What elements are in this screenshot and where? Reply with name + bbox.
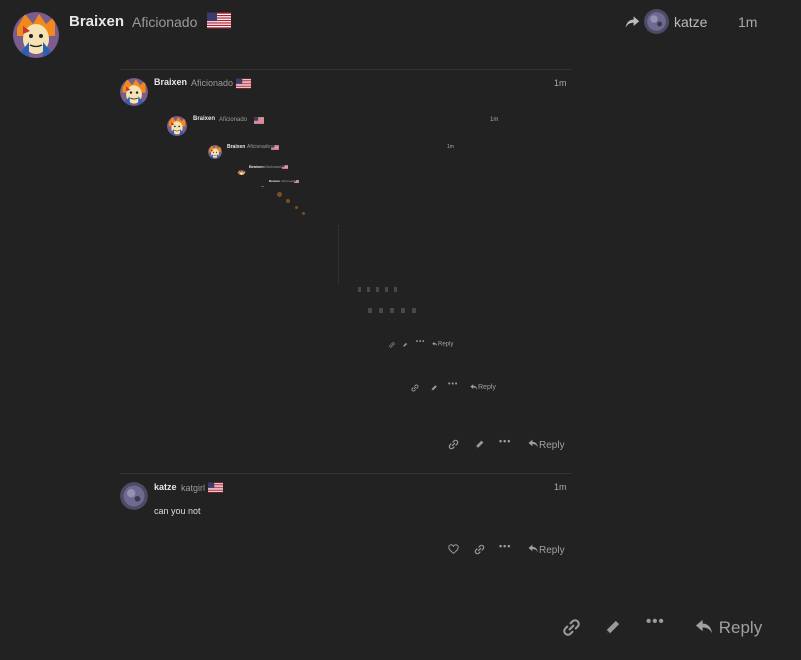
more-icon[interactable]: ••• [416,339,425,345]
more-icon[interactable]: ••• [646,613,665,630]
avatar [237,166,246,175]
link-icon[interactable] [411,384,419,392]
post-time[interactable]: 1m [738,14,757,30]
quote-author: Braixen [227,144,246,150]
quote-author[interactable]: Braixen [154,77,187,87]
avatar [259,180,266,187]
braixen-avatar-icon [208,145,222,159]
quote-divider [120,69,572,70]
us-flag-icon [282,165,288,169]
reply-button[interactable]: Reply [528,438,565,451]
us-flag-icon [254,117,264,124]
nested-avatar [295,206,298,209]
braixen-avatar-icon [13,12,59,58]
quote-author: Braixen [269,179,281,183]
reply-button[interactable]: Reply [432,341,453,348]
braixen-avatar-icon [167,116,187,136]
nested-content-trail [338,225,369,285]
braixen-avatar-icon [120,78,148,106]
pencil-icon[interactable] [474,439,485,450]
reply-icon [695,617,714,636]
reply-button[interactable]: Reply [528,543,565,556]
user-title: Aficionado [132,14,198,30]
katze-body: can you not [154,506,201,516]
reply-icon [528,438,539,449]
us-flag-icon [236,78,251,89]
quote-author: Braixen [193,116,216,122]
quote-time: 1m [447,144,454,150]
avatar[interactable] [120,482,148,510]
us-flag-icon [208,482,223,493]
more-icon[interactable]: ••• [499,436,511,446]
share-arrow-icon [624,14,640,30]
quote-user-title: Aficionado [247,144,271,150]
us-flag-icon [207,12,231,29]
quote-time: 1m [490,117,499,123]
avatar[interactable] [120,78,148,106]
nested-avatar [286,199,290,203]
more-icon[interactable]: ••• [448,381,458,388]
quote-user-title: Aficionado [191,78,234,88]
avatar [208,145,222,159]
pencil-icon[interactable] [603,618,622,637]
avatar [167,116,187,136]
quote-user-title: Aficionado [264,164,283,169]
quote-author: Braixen [249,164,264,169]
nested-actions [368,308,416,313]
avatar[interactable] [13,12,59,58]
katze-avatar-icon [120,482,148,510]
link-icon[interactable] [389,342,395,348]
more-icon[interactable]: ••• [499,541,511,551]
us-flag-icon [271,145,279,150]
katze-time: 1m [554,482,567,492]
reply-to-username: katze [674,14,708,30]
link-icon[interactable] [474,544,485,555]
katze-user-title: katgirl [181,483,206,493]
nested-avatar [277,192,282,197]
quote-divider [120,473,572,474]
reply-button[interactable]: Reply [695,617,762,638]
quote-user-title: Aficionado [219,117,248,123]
pencil-icon[interactable] [402,342,408,348]
post-author[interactable]: Braixen [69,13,124,30]
quote-time: 1m [554,78,567,88]
nested-avatar [302,212,305,215]
heart-icon[interactable] [448,544,459,555]
katze-author[interactable]: katze [154,482,177,492]
reply-icon [470,383,478,391]
braixen-avatar-icon [259,186,266,187]
braixen-avatar-icon [237,170,246,175]
link-icon[interactable] [562,618,581,637]
reply-to-avatar [644,9,669,34]
link-icon[interactable] [448,439,459,450]
reply-to-link[interactable]: katze [624,9,712,35]
reply-icon [528,543,539,554]
quote-user-title: Aficionado [281,179,296,183]
pencil-icon[interactable] [430,384,438,392]
reply-button[interactable]: Reply [470,383,496,391]
nested-actions [358,287,398,292]
us-flag-icon [294,180,299,183]
